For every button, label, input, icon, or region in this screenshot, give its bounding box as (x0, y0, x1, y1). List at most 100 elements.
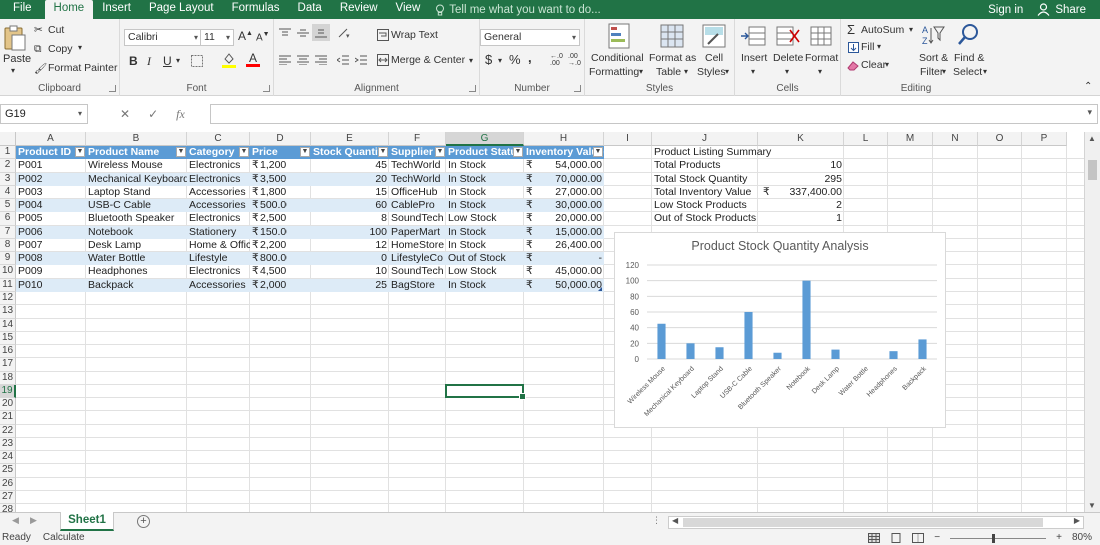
tab-view[interactable]: View (387, 0, 430, 19)
table-cell[interactable]: Wireless Mouse (86, 159, 187, 172)
conditional-formatting-line1[interactable]: Conditional (591, 52, 644, 64)
table-header-cell[interactable]: Supplier ▼ (389, 146, 446, 159)
align-top-icon[interactable] (278, 27, 292, 39)
increase-decimal-button[interactable]: ←.0.00 (550, 53, 563, 67)
table-cell[interactable]: 800.00 (258, 252, 287, 265)
find-select-line1[interactable]: Find & (954, 52, 984, 64)
table-cell[interactable]: Electronics (187, 173, 250, 186)
row-header[interactable]: 15 (0, 331, 16, 346)
table-cell[interactable]: 100 (311, 226, 389, 239)
delete-cells-button[interactable]: Delete (773, 52, 803, 64)
fill-dropdown-icon[interactable]: ▾ (877, 42, 881, 51)
table-cell[interactable]: Notebook (86, 226, 187, 239)
column-header-a[interactable]: A (16, 132, 86, 146)
zoom-slider-knob[interactable] (992, 533, 996, 543)
column-header-i[interactable]: I (604, 132, 652, 146)
filter-dropdown-icon[interactable]: ▼ (593, 147, 603, 157)
cell-styles-line1[interactable]: Cell (705, 52, 723, 64)
table-cell[interactable]: Laptop Stand (86, 186, 187, 199)
tab-home[interactable]: Home (44, 0, 94, 19)
table-cell[interactable]: 1,200.00 (258, 159, 287, 172)
number-format-select[interactable]: General ▾ (480, 29, 580, 46)
percent-button[interactable]: % (509, 52, 521, 67)
table-cell[interactable]: In Stock (446, 173, 524, 186)
table-cell[interactable]: In Stock (446, 159, 524, 172)
table-cell[interactable]: 500.00 (258, 199, 287, 212)
decrease-indent-icon[interactable] (336, 54, 350, 66)
tab-formulas[interactable]: Formulas (223, 0, 289, 19)
border-icon[interactable] (190, 54, 204, 68)
row-header[interactable]: 14 (0, 318, 16, 332)
filter-dropdown-icon[interactable]: ▼ (378, 147, 388, 157)
scroll-up-icon[interactable]: ▲ (1088, 134, 1096, 143)
row-header[interactable]: 6 (0, 212, 16, 226)
sort-filter-line2[interactable]: Filter (920, 66, 943, 78)
table-header-cell[interactable]: Product Status ▼ (446, 146, 524, 159)
horizontal-scrollbar[interactable]: ◀ ▶ (668, 516, 1084, 529)
align-center-icon[interactable] (296, 54, 310, 66)
table-cell[interactable]: LifestyleCo (389, 252, 446, 265)
row-header[interactable]: 22 (0, 424, 16, 438)
table-cell[interactable]: In Stock (446, 279, 524, 292)
alignment-launcher-icon[interactable] (469, 85, 476, 92)
page-break-view-icon[interactable] (912, 533, 925, 543)
filter-dropdown-icon[interactable]: ▼ (75, 147, 85, 157)
expand-formula-icon[interactable]: ▾ (1087, 107, 1092, 118)
table-cell[interactable]: 0 (311, 252, 389, 265)
cut-button[interactable]: Cut (48, 24, 64, 36)
conditional-formatting-line2[interactable]: Formatting (589, 66, 639, 78)
table-cell[interactable]: 15,000.00 (532, 226, 604, 239)
enter-icon[interactable]: ✓ (148, 107, 158, 121)
table-cell[interactable]: - (532, 252, 604, 265)
table-cell[interactable]: 3,500.00 (258, 173, 287, 186)
tell-me-box[interactable]: Tell me what you want to do... (429, 4, 601, 16)
row-header[interactable]: 18 (0, 371, 16, 385)
align-middle-icon[interactable] (296, 27, 310, 39)
table-cell[interactable]: 25 (311, 279, 389, 292)
scroll-left-icon[interactable]: ◀ (672, 516, 678, 525)
insert-cells-button[interactable]: Insert (741, 52, 767, 64)
table-cell[interactable]: P004 (16, 199, 86, 212)
decrease-decimal-button[interactable]: .00 →.0 (568, 53, 581, 67)
table-cell[interactable]: Electronics (187, 265, 250, 278)
row-header[interactable]: 24 (0, 451, 16, 465)
table-cell[interactable]: 30,000.00 (532, 199, 604, 212)
table-cell[interactable]: Accessories (187, 279, 250, 292)
format-cells-button[interactable]: Format (805, 52, 838, 64)
filter-dropdown-icon[interactable]: ▼ (176, 147, 186, 157)
zoom-out-icon[interactable]: − (934, 531, 940, 545)
column-header-j[interactable]: J (652, 132, 758, 146)
table-cell[interactable]: Out of Stock (446, 252, 524, 265)
table-cell[interactable]: HomeStore (389, 239, 446, 252)
table-cell[interactable]: 2,000.00 (258, 279, 287, 292)
increase-font-icon[interactable]: A▲ (238, 29, 253, 43)
next-sheet-icon[interactable]: ▶ (30, 515, 37, 526)
italic-button[interactable]: I (147, 54, 151, 69)
row-header[interactable]: 20 (0, 398, 16, 412)
table-cell[interactable]: Water Bottle (86, 252, 187, 265)
collapse-ribbon-icon[interactable]: ⌃ (1084, 81, 1092, 92)
table-cell[interactable]: Low Stock (446, 265, 524, 278)
table-cell[interactable]: Electronics (187, 159, 250, 172)
cell-styles-dropdown-icon[interactable]: ▾ (725, 67, 729, 76)
format-as-table-line1[interactable]: Format as (649, 52, 696, 64)
row-header[interactable]: 9 (0, 252, 16, 266)
table-cell[interactable]: USB-C Cable (86, 199, 187, 212)
row-header[interactable]: 21 (0, 411, 16, 425)
underline-button[interactable]: U (163, 54, 172, 68)
font-name-select[interactable]: Calibri ▾ (124, 29, 202, 46)
increase-indent-icon[interactable] (354, 54, 368, 66)
insert-dropdown-icon[interactable]: ▾ (751, 67, 755, 76)
table-cell[interactable]: P005 (16, 212, 86, 225)
table-cell[interactable]: Accessories (187, 186, 250, 199)
selected-cell[interactable] (445, 383, 526, 401)
summary-value[interactable]: 295 (758, 173, 844, 186)
table-cell[interactable]: 12 (311, 239, 389, 252)
comma-button[interactable]: , (528, 50, 532, 65)
merge-dropdown-icon[interactable]: ▾ (469, 56, 473, 65)
align-right-icon[interactable] (314, 54, 328, 66)
row-header[interactable]: 10 (0, 265, 16, 279)
wrap-text-button[interactable]: Wrap Text (391, 29, 438, 41)
row-header[interactable]: 5 (0, 199, 16, 213)
add-sheet-button[interactable]: + (137, 515, 150, 528)
